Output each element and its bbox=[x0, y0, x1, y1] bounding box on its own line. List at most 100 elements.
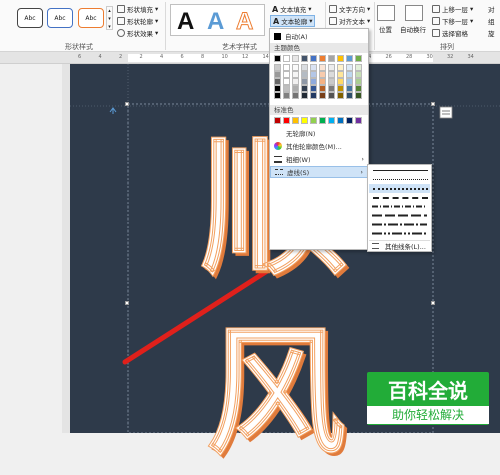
theme-color-swatch[interactable] bbox=[274, 92, 281, 99]
standard-color-swatch[interactable] bbox=[301, 117, 308, 124]
theme-color-swatch[interactable] bbox=[337, 85, 344, 92]
theme-color-swatch[interactable] bbox=[292, 85, 299, 92]
theme-color-swatch[interactable] bbox=[319, 71, 326, 78]
theme-color-swatch[interactable] bbox=[310, 78, 317, 85]
theme-color-swatch[interactable] bbox=[319, 64, 326, 71]
theme-color-swatch[interactable] bbox=[346, 85, 353, 92]
dashes-item[interactable]: 虚线(S) › bbox=[270, 166, 368, 178]
theme-color-swatch[interactable] bbox=[319, 85, 326, 92]
theme-color-swatch[interactable] bbox=[283, 64, 290, 71]
resize-handle[interactable] bbox=[125, 301, 129, 305]
auto-color-item[interactable]: 自动(A) bbox=[270, 30, 368, 42]
theme-color-swatch[interactable] bbox=[328, 78, 335, 85]
theme-color-swatch[interactable] bbox=[283, 92, 290, 99]
standard-color-swatch[interactable] bbox=[310, 117, 317, 124]
standard-color-swatch[interactable] bbox=[274, 117, 281, 124]
standard-color-swatch[interactable] bbox=[319, 117, 326, 124]
resize-handle[interactable] bbox=[125, 102, 129, 106]
resize-handle[interactable] bbox=[431, 301, 435, 305]
theme-color-swatch[interactable] bbox=[310, 55, 317, 62]
dash-long-dash-dot-svg bbox=[372, 223, 427, 226]
theme-color-swatch[interactable] bbox=[310, 85, 317, 92]
theme-color-swatch[interactable] bbox=[355, 85, 362, 92]
standard-color-swatch[interactable] bbox=[328, 117, 335, 124]
layout-options-icon[interactable] bbox=[439, 106, 453, 119]
theme-color-swatch[interactable] bbox=[310, 71, 317, 78]
theme-color-swatch[interactable] bbox=[283, 55, 290, 62]
weight-label: 粗细(W) bbox=[286, 156, 311, 164]
standard-color-swatch[interactable] bbox=[346, 117, 353, 124]
more-lines-label: 其他线条(L)... bbox=[385, 243, 426, 251]
text-outline-dropdown: 自动(A) 主题颜色 标准色 无轮廓(N) 其他轮廓颜色(M)... 粗细(W)… bbox=[269, 28, 369, 250]
theme-color-swatch[interactable] bbox=[283, 71, 290, 78]
theme-color-swatch[interactable] bbox=[328, 64, 335, 71]
theme-color-swatch[interactable] bbox=[274, 78, 281, 85]
theme-color-swatch[interactable] bbox=[274, 64, 281, 71]
theme-color-swatch[interactable] bbox=[310, 92, 317, 99]
theme-color-swatch[interactable] bbox=[292, 64, 299, 71]
theme-color-swatch[interactable] bbox=[292, 55, 299, 62]
standard-color-swatch[interactable] bbox=[337, 117, 344, 124]
dash-square-dot[interactable] bbox=[369, 184, 430, 193]
theme-color-swatch[interactable] bbox=[346, 92, 353, 99]
theme-color-swatch[interactable] bbox=[355, 55, 362, 62]
theme-color-swatch[interactable] bbox=[301, 78, 308, 85]
theme-color-swatch[interactable] bbox=[337, 55, 344, 62]
dash-dash-dot[interactable] bbox=[369, 202, 430, 211]
theme-color-swatch[interactable] bbox=[337, 92, 344, 99]
theme-color-swatch[interactable] bbox=[310, 64, 317, 71]
dash-round-dot[interactable] bbox=[369, 175, 430, 184]
theme-color-swatch[interactable] bbox=[283, 78, 290, 85]
theme-color-swatch[interactable] bbox=[274, 55, 281, 62]
no-outline-item[interactable]: 无轮廓(N) bbox=[270, 127, 368, 139]
theme-color-swatch[interactable] bbox=[283, 85, 290, 92]
dash-long-dash-dot[interactable] bbox=[369, 220, 430, 229]
theme-color-swatch[interactable] bbox=[337, 78, 344, 85]
theme-color-swatch[interactable] bbox=[337, 71, 344, 78]
color-wheel-icon bbox=[274, 142, 282, 150]
theme-color-swatch[interactable] bbox=[274, 85, 281, 92]
more-lines-item[interactable]: 其他线条(L)... bbox=[369, 240, 430, 251]
weight-item[interactable]: 粗细(W) › bbox=[270, 153, 368, 165]
theme-color-swatch[interactable] bbox=[346, 71, 353, 78]
theme-color-swatch[interactable] bbox=[292, 78, 299, 85]
auto-color-swatch bbox=[274, 32, 281, 40]
standard-color-swatch[interactable] bbox=[292, 117, 299, 124]
theme-color-swatch[interactable] bbox=[346, 55, 353, 62]
dash-dash[interactable] bbox=[369, 193, 430, 202]
theme-color-swatch[interactable] bbox=[328, 55, 335, 62]
more-colors-item[interactable]: 其他轮廓颜色(M)... bbox=[270, 140, 368, 152]
art-text-char-2[interactable]: 风 bbox=[205, 318, 346, 469]
watermark-top-text: 百科全说 bbox=[388, 379, 468, 403]
chevron-right-icon: › bbox=[361, 155, 364, 163]
theme-color-swatch[interactable] bbox=[301, 85, 308, 92]
theme-color-swatch[interactable] bbox=[319, 78, 326, 85]
theme-color-swatch[interactable] bbox=[337, 64, 344, 71]
theme-color-swatch[interactable] bbox=[319, 92, 326, 99]
resize-handle[interactable] bbox=[431, 102, 435, 106]
theme-color-swatch[interactable] bbox=[328, 85, 335, 92]
theme-color-swatch[interactable] bbox=[355, 78, 362, 85]
dash-dash-dot-svg bbox=[372, 205, 427, 208]
theme-color-swatch[interactable] bbox=[355, 71, 362, 78]
theme-color-swatch[interactable] bbox=[355, 64, 362, 71]
dash-long-dash[interactable] bbox=[369, 211, 430, 220]
theme-color-swatch[interactable] bbox=[301, 55, 308, 62]
anchor-icon bbox=[109, 107, 117, 114]
theme-color-swatch[interactable] bbox=[292, 71, 299, 78]
theme-color-swatch[interactable] bbox=[301, 71, 308, 78]
theme-color-swatch[interactable] bbox=[301, 92, 308, 99]
theme-color-swatch[interactable] bbox=[346, 78, 353, 85]
standard-color-swatch[interactable] bbox=[355, 117, 362, 124]
theme-color-swatch[interactable] bbox=[328, 71, 335, 78]
theme-color-swatch[interactable] bbox=[328, 92, 335, 99]
theme-color-swatch[interactable] bbox=[355, 92, 362, 99]
dash-long-dash-dot-dot[interactable] bbox=[369, 229, 430, 238]
theme-color-swatch[interactable] bbox=[346, 64, 353, 71]
theme-color-swatch[interactable] bbox=[292, 92, 299, 99]
theme-color-swatch[interactable] bbox=[301, 64, 308, 71]
standard-color-swatch[interactable] bbox=[283, 117, 290, 124]
theme-color-swatch[interactable] bbox=[274, 71, 281, 78]
dash-solid[interactable] bbox=[369, 166, 430, 175]
theme-color-swatch[interactable] bbox=[319, 55, 326, 62]
